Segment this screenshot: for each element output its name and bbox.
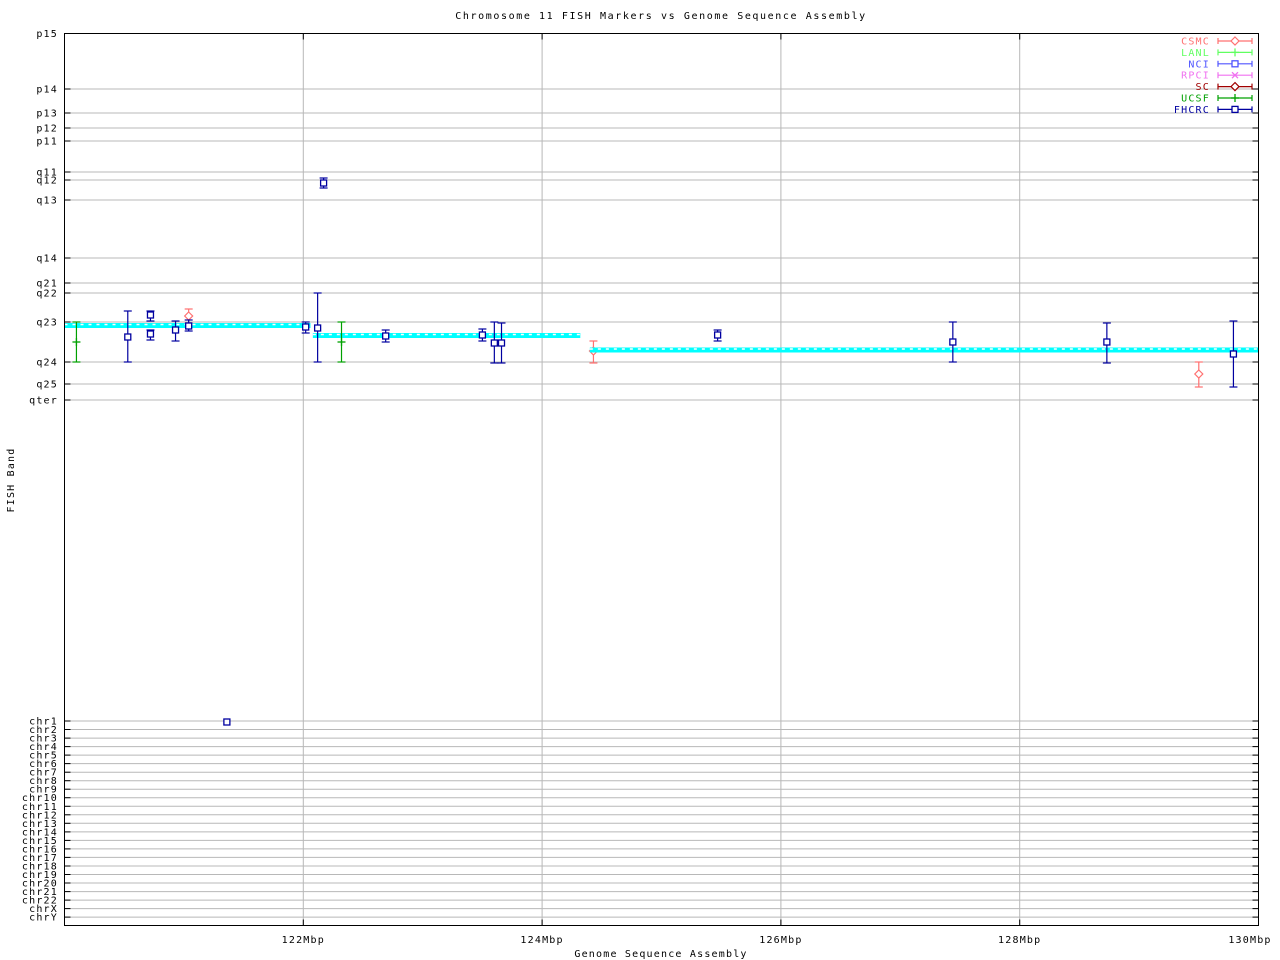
y-tick-label: p11 [36, 137, 58, 148]
marker-square [950, 339, 956, 345]
legend-label-lanl: LANL [1181, 48, 1210, 59]
marker-square [224, 719, 230, 725]
marker-square [125, 334, 131, 340]
assembly-band-layer [65, 323, 1259, 353]
plot-frame [65, 34, 1259, 926]
chart-title: Chromosome 11 FISH Markers vs Genome Seq… [455, 11, 867, 22]
x-tick-label: 128Mbp [998, 935, 1041, 946]
legend-layer: CSMCLANLNCIRPCISCUCSFFHCRC [1174, 37, 1252, 116]
marker-square [479, 332, 485, 338]
axis-layer: p15p14p13p12p11q11q12q13q14q21q22q23q24q… [22, 29, 1272, 946]
x-tick-label: 124Mbp [520, 935, 563, 946]
marker-square [315, 325, 321, 331]
y-tick-label: p14 [36, 85, 58, 96]
legend-label-fhcrc: FHCRC [1174, 105, 1210, 116]
y-tick-label: q12 [36, 176, 58, 187]
marker-square [1232, 106, 1238, 112]
y-tick-label: p12 [36, 124, 58, 135]
marker-square [1104, 339, 1110, 345]
y-tick-label: q25 [36, 380, 58, 391]
y-tick-label: q22 [36, 289, 58, 300]
x-tick-label: 126Mbp [759, 935, 802, 946]
marker-square [383, 333, 389, 339]
y-tick-label: chrY [29, 913, 58, 924]
y-tick-label: q24 [36, 358, 58, 369]
x-tick-label: 122Mbp [282, 935, 325, 946]
y-axis-title: FISH Band [6, 448, 17, 513]
marker-square [499, 340, 505, 346]
y-tick-label: qter [29, 396, 58, 407]
grid-layer [65, 34, 1259, 926]
marker-square [147, 312, 153, 318]
marker-square [715, 332, 721, 338]
y-tick-label: q23 [36, 318, 58, 329]
marker-square [321, 180, 327, 186]
legend-label-ucsf: UCSF [1181, 94, 1210, 105]
y-tick-label: q13 [36, 196, 58, 207]
marker-square [1230, 351, 1236, 357]
marker-square [491, 340, 497, 346]
marker-square [186, 323, 192, 329]
y-tick-label: p15 [36, 29, 58, 40]
fish-marker-chart: p15p14p13p12p11q11q12q13q14q21q22q23q24q… [0, 0, 1280, 960]
x-tick-label: 130Mbp [1228, 935, 1271, 946]
legend-label-rpci: RPCI [1181, 71, 1210, 82]
marker-diamond [185, 312, 193, 320]
marker-square [303, 324, 309, 330]
points-layer [72, 178, 1237, 725]
marker-diamond [1195, 370, 1203, 378]
x-axis-title: Genome Sequence Assembly [574, 949, 747, 960]
marker-square [1232, 61, 1238, 67]
marker-square [173, 327, 179, 333]
legend-label-nci: NCI [1188, 59, 1210, 70]
marker-square [147, 331, 153, 337]
chart-page: p15p14p13p12p11q11q12q13q14q21q22q23q24q… [0, 0, 1280, 960]
y-tick-label: p13 [36, 109, 58, 120]
legend-label-sc: SC [1196, 82, 1210, 93]
marker-diamond [1231, 37, 1239, 45]
legend-label-csmc: CSMC [1181, 37, 1210, 48]
y-tick-label: q14 [36, 254, 58, 265]
